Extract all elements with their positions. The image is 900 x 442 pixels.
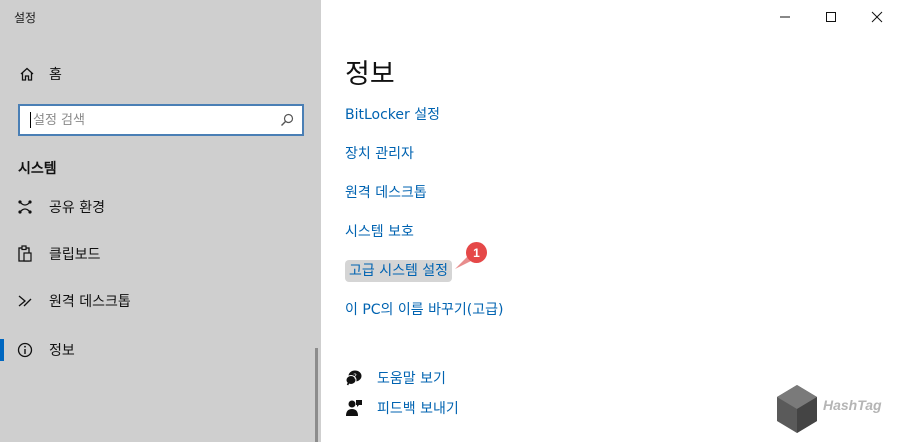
section-title: 시스템 [18,161,57,177]
svg-text:?: ? [353,373,357,381]
related-settings-links: BitLocker 설정 장치 관리자 원격 데스크톱 시스템 보호 고급 시스… [345,104,503,338]
main-panel: 정보 BitLocker 설정 장치 관리자 원격 데스크톱 시스템 보호 고급… [321,0,900,442]
sidebar-item-remote-desktop[interactable]: 원격 데스크톱 [0,281,321,321]
link-label: 원격 데스크톱 [345,185,427,201]
minimize-icon [780,16,790,18]
maximize-icon [826,12,836,22]
search-icon[interactable] [280,113,294,127]
sidebar-home-label: 홈 [49,67,62,83]
link-label: 장치 관리자 [345,146,414,162]
sidebar-item-about[interactable]: 정보 [0,330,321,370]
active-indicator [0,339,4,361]
watermark-text: HashTag [823,397,882,413]
home-icon [20,67,34,81]
close-icon [871,11,883,23]
sidebar-home[interactable]: 홈 [0,58,321,90]
clipboard-icon [18,245,32,262]
sidebar: 설정 홈 시스템 공유 환경 클립보드 [0,0,321,442]
page-title: 정보 [345,59,395,90]
annotation-badge: 1 [466,242,487,263]
link-label: 이 PC의 이름 바꾸기(고급) [345,302,504,318]
sidebar-item-label: 정보 [49,343,75,359]
sidebar-item-clipboard[interactable]: 클립보드 [0,234,321,274]
sidebar-item-shared-experiences[interactable]: 공유 환경 [0,187,321,227]
shared-experiences-icon [18,200,32,214]
link-rename-pc-advanced[interactable]: 이 PC의 이름 바꾸기(고급) [345,299,503,338]
help-link[interactable]: ? 도움말 보기 [345,364,446,392]
link-bitlocker-settings[interactable]: BitLocker 설정 [345,104,503,143]
maximize-button[interactable] [808,0,854,34]
feedback-icon [346,400,362,416]
link-label: 고급 시스템 설정 [345,260,453,282]
help-icon: ? [345,370,362,386]
close-button[interactable] [854,0,900,34]
sidebar-item-label: 공유 환경 [49,200,105,216]
link-device-manager[interactable]: 장치 관리자 [345,143,503,182]
app-title: 설정 [14,11,37,25]
sidebar-item-label: 클립보드 [49,247,101,263]
minimize-button[interactable] [762,0,808,34]
text-caret [30,112,31,128]
link-remote-desktop[interactable]: 원격 데스크톱 [345,182,503,221]
search-box[interactable] [18,104,304,136]
help-link-label: 도움말 보기 [377,371,446,387]
hashtag-logo-icon [777,385,817,433]
link-label: 시스템 보호 [345,224,414,240]
feedback-link-label: 피드백 보내기 [377,401,459,417]
window-controls [762,0,900,34]
link-label: BitLocker 설정 [345,107,440,123]
sidebar-item-label: 원격 데스크톱 [49,294,131,310]
info-icon [17,342,33,358]
remote-desktop-icon [18,295,32,307]
search-input[interactable] [33,112,280,128]
feedback-link[interactable]: 피드백 보내기 [345,394,459,422]
watermark: HashTag [773,383,893,435]
sidebar-scrollbar[interactable] [315,348,318,442]
annotation-marker: 1 [454,242,490,278]
